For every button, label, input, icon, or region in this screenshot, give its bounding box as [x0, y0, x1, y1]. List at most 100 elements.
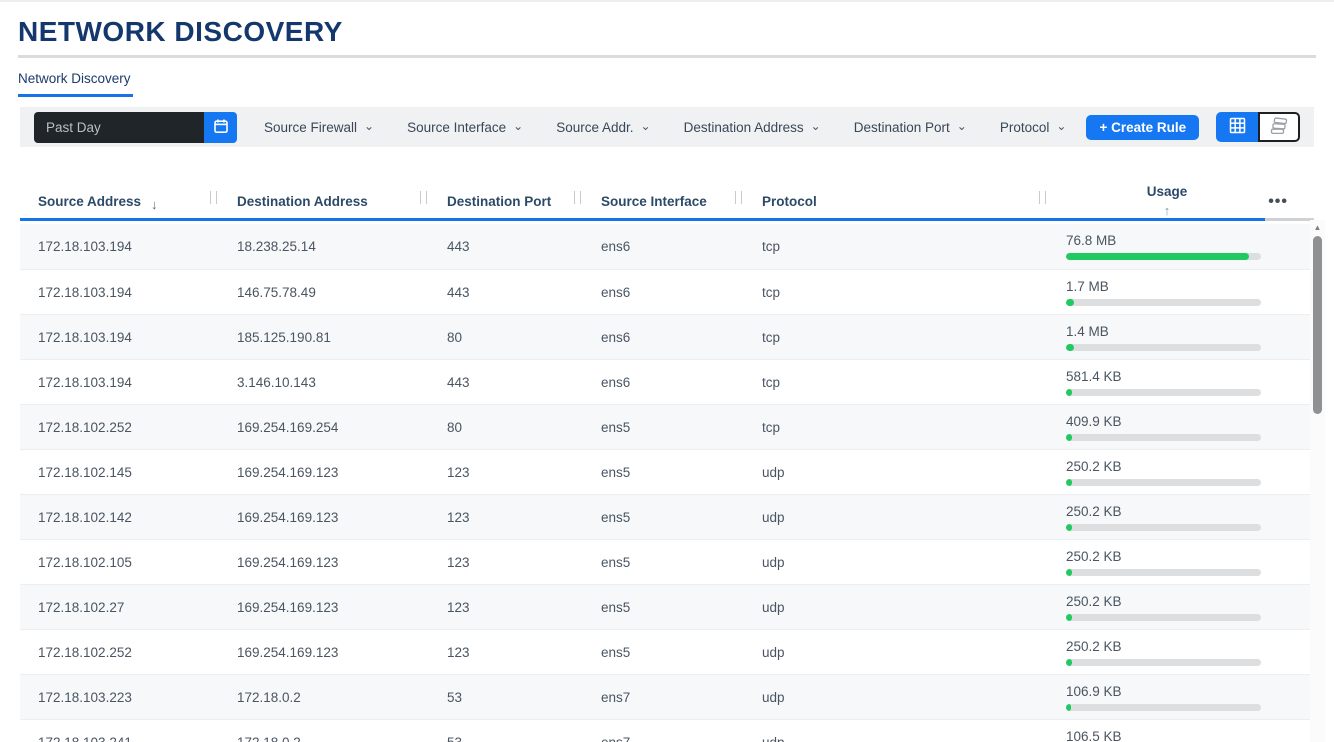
cell-source-address: 172.18.103.194 [20, 375, 219, 390]
filter-destination-address[interactable]: Destination Address ⌄ [684, 120, 821, 135]
usage-value: 409.9 KB [1066, 414, 1268, 429]
table-row[interactable]: 172.18.102.252 169.254.169.254 80 ens5 t… [20, 404, 1314, 449]
cell-destination-address: 169.254.169.123 [219, 600, 429, 615]
column-header-source-address[interactable]: Source Address ↓ [20, 185, 219, 218]
cell-protocol: udp [744, 510, 1048, 525]
cell-source-interface: ens6 [583, 375, 744, 390]
calendar-button[interactable] [204, 112, 237, 143]
filter-source-addr[interactable]: Source Addr. ⌄ [556, 120, 650, 135]
table-row[interactable]: 172.18.102.252 169.254.169.123 123 ens5 … [20, 629, 1314, 674]
cell-protocol: tcp [744, 239, 1048, 254]
cell-source-interface: ens6 [583, 239, 744, 254]
cell-protocol: tcp [744, 285, 1048, 300]
table-row[interactable]: 172.18.103.194 3.146.10.143 443 ens6 tcp… [20, 359, 1314, 404]
cell-destination-port: 123 [429, 600, 583, 615]
column-header-destination-address[interactable]: Destination Address [219, 185, 429, 218]
usage-bar-track [1066, 434, 1261, 441]
cell-destination-port: 443 [429, 375, 583, 390]
cell-usage: 250.2 KB [1048, 549, 1268, 576]
cell-usage: 250.2 KB [1048, 594, 1268, 621]
cell-source-address: 172.18.103.194 [20, 285, 219, 300]
usage-bar-fill [1066, 299, 1074, 306]
usage-bar-track [1066, 524, 1261, 531]
column-header-usage[interactable]: Usage ↑ [1048, 185, 1268, 218]
create-rule-button[interactable]: + Create Rule [1086, 115, 1199, 140]
view-toggle [1216, 112, 1300, 142]
column-options-ellipsis-icon[interactable]: ••• [1268, 193, 1314, 211]
cell-source-interface: ens6 [583, 330, 744, 345]
table-row[interactable]: 172.18.102.145 169.254.169.123 123 ens5 … [20, 449, 1314, 494]
cell-destination-address: 3.146.10.143 [219, 375, 429, 390]
usage-bar-track [1066, 614, 1261, 621]
usage-bar-track [1066, 569, 1261, 576]
cell-protocol: tcp [744, 375, 1048, 390]
usage-bar-fill [1066, 704, 1071, 711]
cell-source-interface: ens6 [583, 285, 744, 300]
filter-label: Destination Address [684, 120, 804, 135]
table-row[interactable]: 172.18.103.194 18.238.25.14 443 ens6 tcp… [20, 224, 1314, 269]
usage-bar-fill [1066, 389, 1072, 396]
usage-value: 76.8 MB [1066, 233, 1268, 248]
chevron-down-icon: ⌄ [364, 120, 374, 132]
usage-value: 106.5 KB [1066, 729, 1268, 742]
cell-destination-port: 123 [429, 645, 583, 660]
cell-source-interface: ens5 [583, 555, 744, 570]
filter-label: Source Addr. [556, 120, 633, 135]
cell-protocol: tcp [744, 420, 1048, 435]
table-row[interactable]: 172.18.102.27 169.254.169.123 123 ens5 u… [20, 584, 1314, 629]
filter-source-interface[interactable]: Source Interface ⌄ [407, 120, 523, 135]
chevron-down-icon: ⌄ [513, 120, 523, 132]
cell-source-address: 172.18.102.252 [20, 645, 219, 660]
table-row[interactable]: 172.18.103.223 172.18.0.2 53 ens7 udp 10… [20, 674, 1314, 719]
tab-network-discovery[interactable]: Network Discovery [18, 69, 133, 97]
table-row[interactable]: 172.18.103.241 172.18.0.2 53 ens7 udp 10… [20, 719, 1314, 742]
cell-destination-port: 123 [429, 465, 583, 480]
table-row[interactable]: 172.18.102.142 169.254.169.123 123 ens5 … [20, 494, 1314, 539]
cell-usage: 106.9 KB [1048, 684, 1268, 711]
cell-source-address: 172.18.103.241 [20, 735, 219, 742]
column-header-destination-port[interactable]: Destination Port [429, 185, 583, 218]
cell-destination-port: 443 [429, 239, 583, 254]
scroll-up-arrow-icon[interactable]: ▲ [1310, 223, 1325, 232]
usage-value: 250.2 KB [1066, 504, 1268, 519]
table-row[interactable]: 172.18.103.194 185.125.190.81 80 ens6 tc… [20, 314, 1314, 359]
usage-bar-fill [1066, 479, 1072, 486]
usage-bar-track [1066, 389, 1261, 396]
usage-bar-fill [1066, 434, 1072, 441]
column-header-source-interface[interactable]: Source Interface [583, 185, 744, 218]
usage-bar-track [1066, 704, 1261, 711]
cell-destination-address: 169.254.169.254 [219, 420, 429, 435]
column-label: Source Address [38, 194, 141, 209]
date-range-input[interactable] [34, 112, 204, 143]
cell-protocol: udp [744, 690, 1048, 705]
column-label: Protocol [762, 194, 817, 209]
table-header-row: Source Address ↓ Destination Address Des… [20, 185, 1314, 218]
cell-usage: 76.8 MB [1048, 233, 1268, 260]
cell-usage: 250.2 KB [1048, 504, 1268, 531]
vertical-scrollbar[interactable]: ▲ [1310, 220, 1325, 742]
cell-destination-address: 169.254.169.123 [219, 645, 429, 660]
filter-label: Source Interface [407, 120, 506, 135]
filter-label: Protocol [1000, 120, 1050, 135]
usage-value: 250.2 KB [1066, 459, 1268, 474]
cell-source-address: 172.18.102.252 [20, 420, 219, 435]
cell-destination-address: 18.238.25.14 [219, 239, 429, 254]
column-header-protocol[interactable]: Protocol [744, 185, 1048, 218]
cell-source-address: 172.18.102.27 [20, 600, 219, 615]
table-row[interactable]: 172.18.102.105 169.254.169.123 123 ens5 … [20, 539, 1314, 584]
scrollbar-thumb[interactable] [1313, 236, 1322, 414]
cell-destination-port: 443 [429, 285, 583, 300]
column-label: Source Interface [601, 194, 707, 209]
usage-bar-track [1066, 659, 1261, 666]
table-view-button[interactable] [1216, 112, 1258, 142]
cell-protocol: tcp [744, 330, 1048, 345]
topology-view-button[interactable] [1258, 112, 1300, 142]
filter-protocol[interactable]: Protocol ⌄ [1000, 120, 1067, 135]
cell-usage: 1.7 MB [1048, 279, 1268, 306]
filter-source-firewall[interactable]: Source Firewall ⌄ [264, 120, 374, 135]
sort-ascending-icon: ↑ [1164, 203, 1171, 218]
table-row[interactable]: 172.18.103.194 146.75.78.49 443 ens6 tcp… [20, 269, 1314, 314]
table-grid-icon [1229, 117, 1246, 137]
filter-destination-port[interactable]: Destination Port ⌄ [854, 120, 967, 135]
cell-destination-port: 80 [429, 420, 583, 435]
